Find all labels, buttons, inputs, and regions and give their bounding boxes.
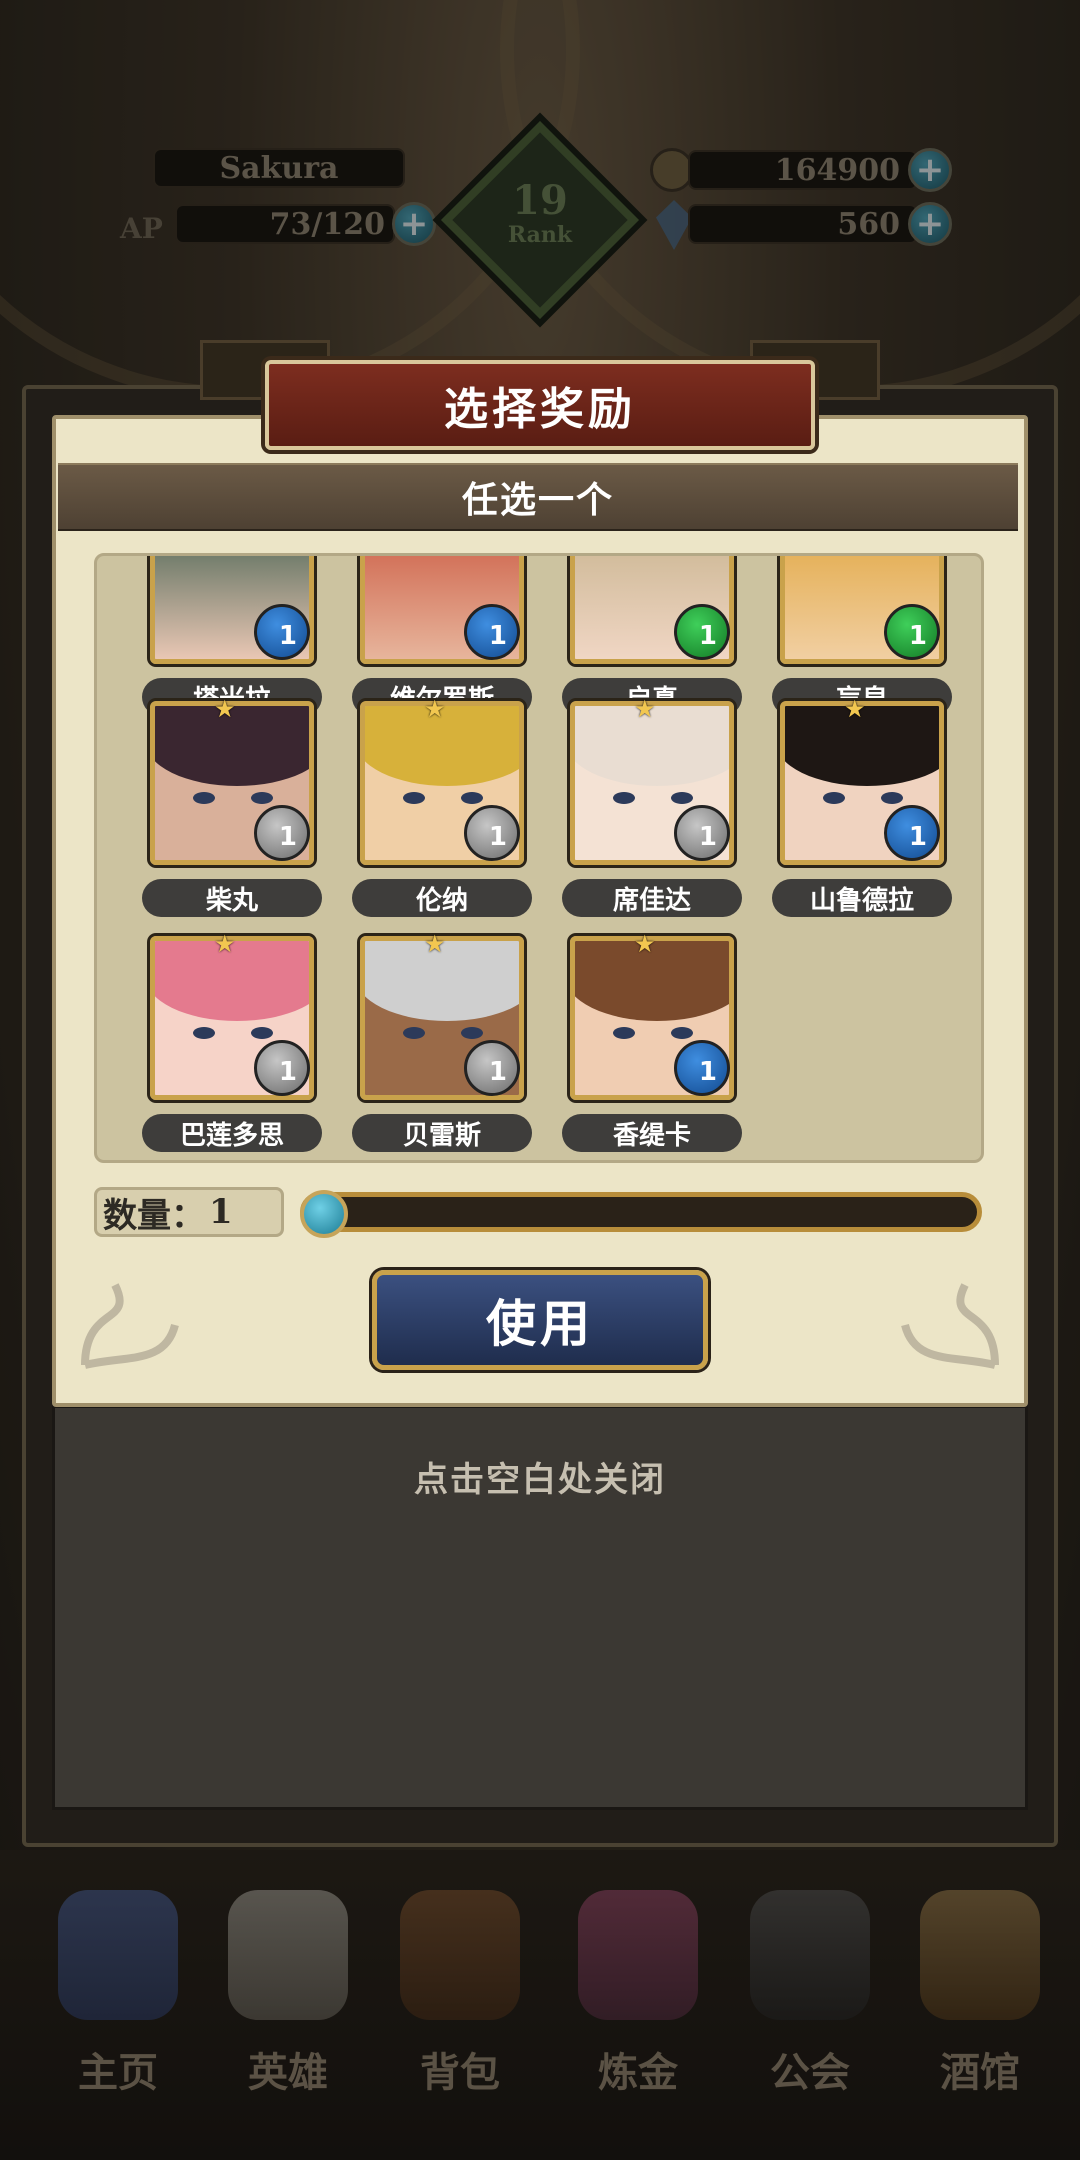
hero-card[interactable]: ★ 1 贝雷斯	[352, 932, 532, 1156]
class-badge-icon: 1	[464, 604, 520, 660]
hero-selection-grid[interactable]: 1 塔米拉 1 维尔罗斯 1 启真 1 盲泉 ★ 1 柴丸 ★ 1 伦纳 ★ 1…	[94, 553, 984, 1163]
class-badge-icon: 1	[884, 805, 940, 861]
hero-card[interactable]: ★ 1 席佳达	[562, 697, 742, 921]
hero-name: 贝雷斯	[352, 1114, 532, 1152]
ornament-left-icon	[81, 1283, 179, 1369]
star-icon: ★	[214, 695, 236, 723]
quantity-slider-handle[interactable]	[300, 1190, 348, 1238]
hero-name: 山鲁德拉	[772, 879, 952, 917]
quantity-slider[interactable]	[300, 1192, 982, 1232]
class-badge-icon: 1	[464, 1040, 520, 1096]
class-badge-icon: 1	[674, 1040, 730, 1096]
class-badge-icon: 1	[674, 604, 730, 660]
star-icon: ★	[844, 695, 866, 723]
use-button[interactable]: 使用	[372, 1270, 708, 1370]
quantity-value: 1	[209, 1192, 233, 1232]
hero-card[interactable]: ★ 1 香缇卡	[562, 932, 742, 1156]
class-badge-icon: 1	[674, 805, 730, 861]
close-hint: 点击空白处关闭	[414, 1460, 666, 1500]
class-badge-icon: 1	[254, 604, 310, 660]
hero-name: 香缇卡	[562, 1114, 742, 1152]
hero-card[interactable]: ★ 1 伦纳	[352, 697, 532, 921]
star-icon: ★	[424, 695, 446, 723]
hero-card[interactable]: ★ 1 巴莲多思	[142, 932, 322, 1156]
subtitle-bar: 任选一个	[58, 463, 1018, 531]
use-button-label: 使用	[486, 1295, 594, 1353]
class-badge-icon: 1	[254, 1040, 310, 1096]
quantity-caption: 数量：	[103, 1195, 205, 1236]
hero-name: 伦纳	[352, 879, 532, 917]
class-badge-icon: 1	[254, 805, 310, 861]
star-icon: ★	[634, 930, 656, 958]
dialog-subtitle: 任选一个	[461, 480, 614, 521]
hero-card[interactable]: ★ 1 柴丸	[142, 697, 322, 921]
star-icon: ★	[424, 930, 446, 958]
hero-name: 巴莲多思	[142, 1114, 322, 1152]
dialog-title-banner: 选择奖励	[265, 360, 815, 450]
star-icon: ★	[214, 930, 236, 958]
hero-name: 柴丸	[142, 879, 322, 917]
class-badge-icon: 1	[884, 604, 940, 660]
hero-card[interactable]: ★ 1 山鲁德拉	[772, 697, 952, 921]
ornament-right-icon	[901, 1283, 999, 1369]
star-icon: ★	[634, 695, 656, 723]
dialog-title: 选择奖励	[444, 384, 636, 435]
class-badge-icon: 1	[464, 805, 520, 861]
quantity-label: 数量： 1	[94, 1187, 284, 1237]
hero-name: 席佳达	[562, 879, 742, 917]
